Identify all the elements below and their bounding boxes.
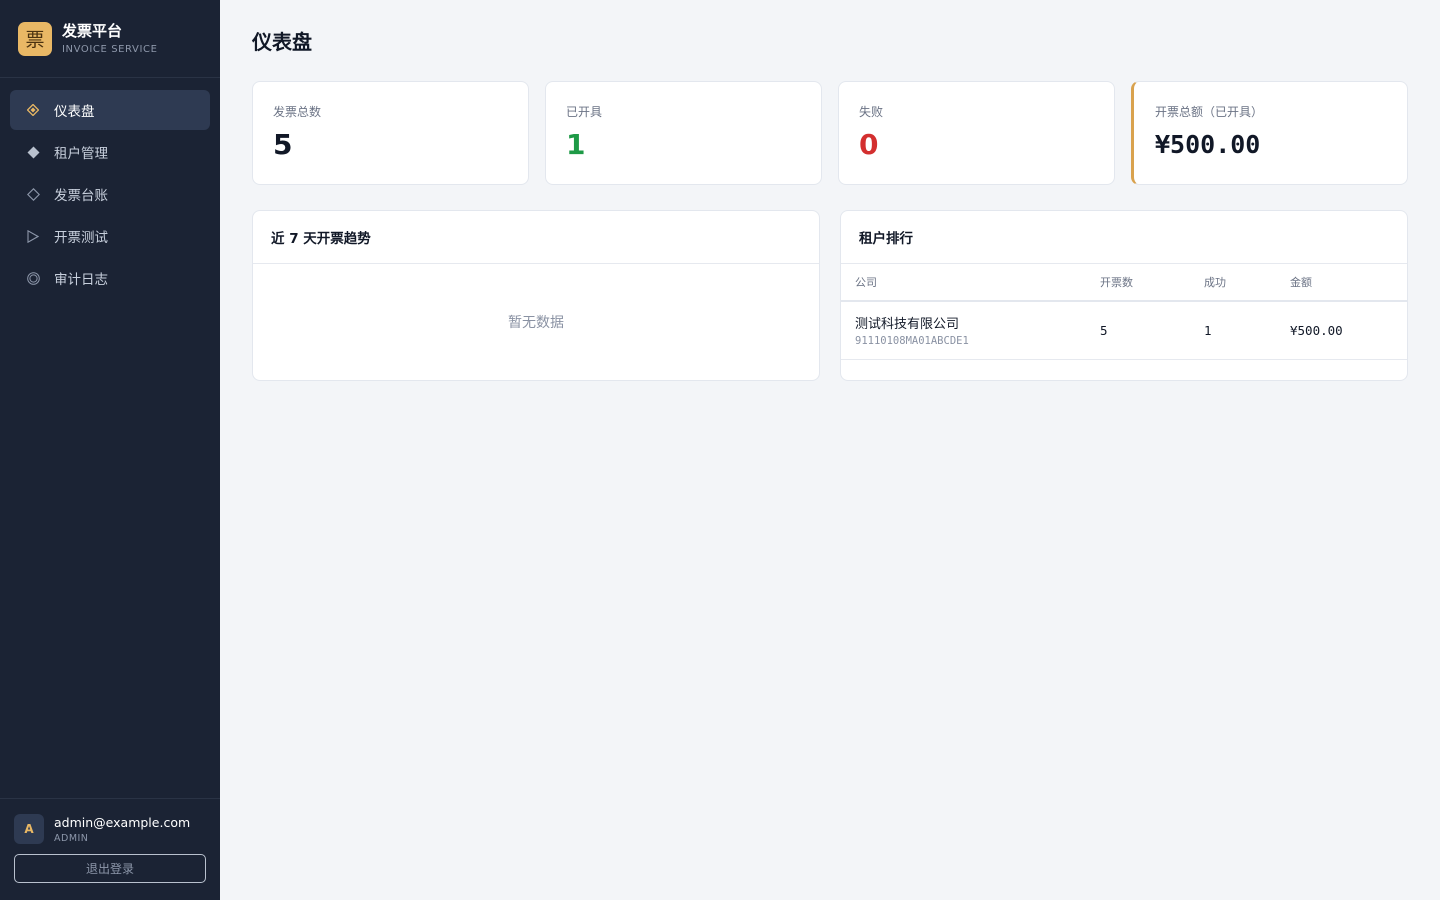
stat-value: 5 xyxy=(273,128,293,161)
empty-state-text: 暂无数据 xyxy=(508,315,564,331)
stats-row: 发票总数 5 已开具 1 失败 0 开票总额（已开具） ¥500.00 xyxy=(252,81,1408,185)
cell-count: 5 xyxy=(1086,301,1190,360)
table-row[interactable]: 测试科技有限公司 91110108MA01ABCDE1 5 1 ¥500.00 xyxy=(841,301,1407,360)
stat-label: 已开具 xyxy=(566,105,603,119)
column-header-count[interactable]: 开票数 xyxy=(1086,264,1190,302)
brand-name: 发票平台 xyxy=(62,22,123,40)
app-root: 票 发票平台 INVOICE SERVICE 仪表盘 租户管理 发票台账 开票测… xyxy=(0,0,1440,900)
stat-card-failed: 失败 0 xyxy=(838,81,1115,185)
main-content: 仪表盘 发票总数 5 已开具 1 失败 0 开票总额（已开具） ¥500.00 … xyxy=(220,0,1440,900)
cell-amount: ¥500.00 xyxy=(1276,301,1407,360)
user-panel: A admin@example.com ADMIN 退出登录 xyxy=(0,798,220,900)
sidebar-item-tenants[interactable]: 租户管理 xyxy=(10,132,210,172)
sidebar-item-invoice-ledger[interactable]: 发票台账 xyxy=(10,174,210,214)
user-role: ADMIN xyxy=(54,832,89,844)
stat-value: ¥500.00 xyxy=(1155,130,1261,159)
cell-company: 测试科技有限公司 91110108MA01ABCDE1 xyxy=(841,301,1086,360)
play-triangle-icon xyxy=(26,229,40,243)
trend-panel: 近 7 天开票趋势 暂无数据 xyxy=(252,210,820,381)
column-header-success[interactable]: 成功 xyxy=(1190,264,1276,302)
rank-table: 公司 开票数 成功 金额 测试科技有限公司 91110108MA01ABCDE1 xyxy=(841,264,1407,360)
brand: 票 发票平台 INVOICE SERVICE xyxy=(0,0,220,78)
avatar: A xyxy=(14,814,44,844)
stat-card-issued: 已开具 1 xyxy=(545,81,822,185)
panels-row: 近 7 天开票趋势 暂无数据 租户排行 公司 开票数 成功 金额 测试科技有限公… xyxy=(252,210,1408,381)
stat-label: 失败 xyxy=(859,105,884,119)
stat-label: 发票总数 xyxy=(273,105,322,119)
outline-diamond-icon xyxy=(26,187,40,201)
panel-title: 近 7 天开票趋势 xyxy=(253,211,819,264)
brand-text: 发票平台 INVOICE SERVICE xyxy=(62,22,158,55)
brand-logo-icon: 票 xyxy=(18,21,52,56)
company-code: 91110108MA01ABCDE1 xyxy=(855,335,969,348)
column-header-company[interactable]: 公司 xyxy=(841,264,1086,302)
rank-panel: 租户排行 公司 开票数 成功 金额 测试科技有限公司 91110108MA01A… xyxy=(840,210,1408,381)
company-name: 测试科技有限公司 xyxy=(855,317,960,333)
logout-button[interactable]: 退出登录 xyxy=(14,854,206,883)
user-email: admin@example.com xyxy=(54,814,191,830)
panel-title: 租户排行 xyxy=(841,211,1407,264)
stat-value: 1 xyxy=(566,128,586,161)
sidebar-item-invoice-test[interactable]: 开票测试 xyxy=(10,216,210,256)
filled-diamond-icon xyxy=(26,145,40,159)
brand-subtitle: INVOICE SERVICE xyxy=(62,44,158,55)
table-header-row: 公司 开票数 成功 金额 xyxy=(841,264,1407,302)
sidebar-item-label: 仪表盘 xyxy=(54,104,95,120)
user-text: admin@example.com ADMIN xyxy=(54,815,190,844)
sidebar-item-label: 租户管理 xyxy=(54,146,108,162)
cell-success: 1 xyxy=(1190,301,1276,360)
circle-target-icon xyxy=(26,271,40,285)
stat-card-amount: 开票总额（已开具） ¥500.00 xyxy=(1131,81,1408,185)
sidebar-item-label: 开票测试 xyxy=(54,230,108,246)
sidebar-item-label: 发票台账 xyxy=(54,188,108,204)
sidebar-item-label: 审计日志 xyxy=(54,272,108,288)
stat-value: 0 xyxy=(859,128,879,161)
page-title: 仪表盘 xyxy=(252,30,312,54)
column-header-amount[interactable]: 金额 xyxy=(1276,264,1407,302)
sidebar-item-dashboard[interactable]: 仪表盘 xyxy=(10,90,210,130)
stat-label: 开票总额（已开具） xyxy=(1155,105,1264,119)
diamond-dot-icon xyxy=(26,103,40,117)
stat-card-total: 发票总数 5 xyxy=(252,81,529,185)
sidebar-item-audit-log[interactable]: 审计日志 xyxy=(10,258,210,298)
sidebar: 票 发票平台 INVOICE SERVICE 仪表盘 租户管理 发票台账 开票测… xyxy=(0,0,220,900)
user-info: A admin@example.com ADMIN xyxy=(14,813,206,845)
sidebar-nav: 仪表盘 租户管理 发票台账 开票测试 审计日志 xyxy=(0,78,220,298)
